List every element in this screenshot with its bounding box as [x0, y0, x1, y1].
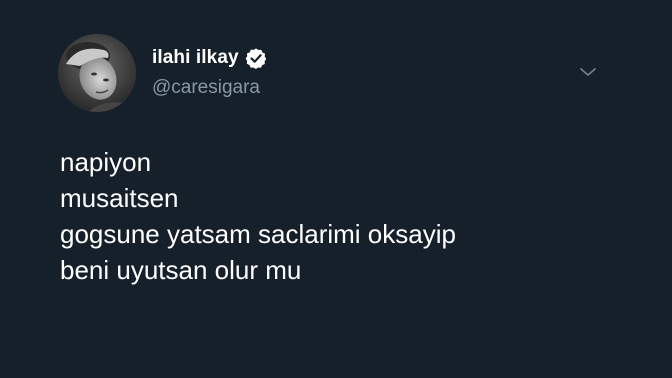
author-handle[interactable]: @caresigara: [152, 77, 260, 99]
avatar[interactable]: [58, 34, 136, 112]
tweet-card: ilahi ilkay @caresigara napiyon musaitse…: [0, 0, 672, 378]
tweet-line: musaitsen: [60, 183, 179, 213]
chevron-down-icon[interactable]: [578, 64, 598, 80]
tweet-line: beni uyutsan olur mu: [60, 255, 302, 285]
display-name[interactable]: ilahi ilkay: [152, 47, 239, 69]
tweet-line: napiyon: [60, 147, 152, 177]
verified-badge-icon: [245, 47, 267, 69]
tweet-text: napiyon musaitsen gogsune yatsam saclari…: [60, 144, 456, 288]
author-name-row[interactable]: ilahi ilkay: [152, 45, 267, 71]
profile-photo-icon: [58, 34, 136, 112]
tweet-line: gogsune yatsam saclarimi oksayip: [60, 219, 456, 249]
